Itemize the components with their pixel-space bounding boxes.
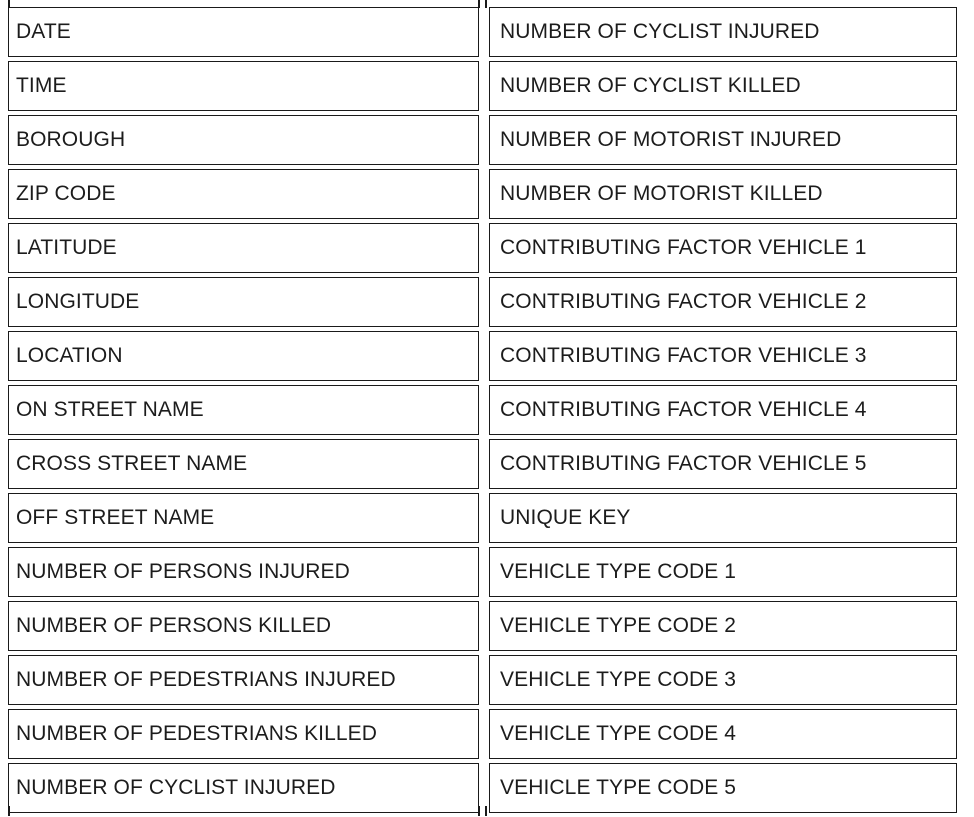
table-cell: VEHICLE TYPE CODE 2	[489, 601, 957, 651]
field-list-right-column: NUMBER OF CYCLIST INJURED NUMBER OF CYCL…	[489, 7, 957, 817]
document-page: DATE TIME BOROUGH ZIP CODE LATITUDE LONG…	[0, 0, 974, 816]
table-cell: TIME	[8, 61, 479, 111]
column-divider-bottom-mid-b	[485, 806, 487, 816]
table-cell: CONTRIBUTING FACTOR VEHICLE 3	[489, 331, 957, 381]
table-cell: NUMBER OF PEDESTRIANS INJURED	[8, 655, 479, 705]
table-cell: LONGITUDE	[8, 277, 479, 327]
table-cell: LATITUDE	[8, 223, 479, 273]
table-cell: ZIP CODE	[8, 169, 479, 219]
table-cell: UNIQUE KEY	[489, 493, 957, 543]
table-cell: NUMBER OF CYCLIST INJURED	[8, 763, 479, 813]
table-cell: ON STREET NAME	[8, 385, 479, 435]
table-cell: CONTRIBUTING FACTOR VEHICLE 4	[489, 385, 957, 435]
table-cell: NUMBER OF PEDESTRIANS KILLED	[8, 709, 479, 759]
table-cell: CROSS STREET NAME	[8, 439, 479, 489]
table-cell: CONTRIBUTING FACTOR VEHICLE 1	[489, 223, 957, 273]
table-cell: NUMBER OF CYCLIST INJURED	[489, 7, 957, 57]
table-cell: VEHICLE TYPE CODE 4	[489, 709, 957, 759]
table-cell: NUMBER OF PERSONS INJURED	[8, 547, 479, 597]
table-cell: CONTRIBUTING FACTOR VEHICLE 5	[489, 439, 957, 489]
column-divider-top-mid-b	[485, 0, 487, 8]
table-cell: NUMBER OF MOTORIST KILLED	[489, 169, 957, 219]
table-cell: VEHICLE TYPE CODE 1	[489, 547, 957, 597]
table-cell: VEHICLE TYPE CODE 5	[489, 763, 957, 813]
table-cell: OFF STREET NAME	[8, 493, 479, 543]
table-cell: NUMBER OF MOTORIST INJURED	[489, 115, 957, 165]
table-cell: LOCATION	[8, 331, 479, 381]
field-list-left-column: DATE TIME BOROUGH ZIP CODE LATITUDE LONG…	[8, 7, 479, 817]
table-cell: CONTRIBUTING FACTOR VEHICLE 2	[489, 277, 957, 327]
table-cell: NUMBER OF PERSONS KILLED	[8, 601, 479, 651]
table-cell: BOROUGH	[8, 115, 479, 165]
table-cell: DATE	[8, 7, 479, 57]
table-cell: VEHICLE TYPE CODE 3	[489, 655, 957, 705]
table-cell: NUMBER OF CYCLIST KILLED	[489, 61, 957, 111]
